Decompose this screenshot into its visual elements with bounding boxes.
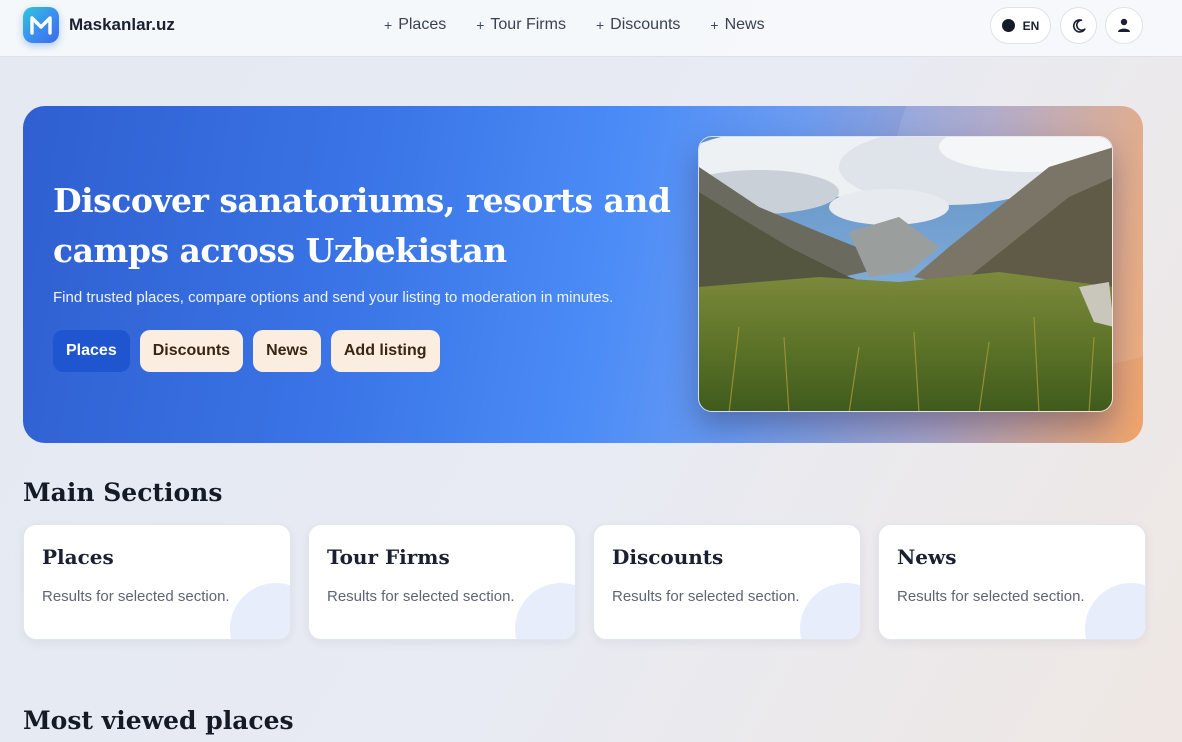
card-description: Results for selected section.: [42, 588, 230, 605]
moon-icon: [1072, 18, 1086, 33]
nav-item-discounts[interactable]: + Discounts: [596, 16, 680, 34]
plus-icon: +: [476, 17, 485, 33]
nav-item-label: Discounts: [610, 16, 681, 33]
hero-actions: Places Discounts News Add listing: [53, 330, 440, 372]
hero-banner: Discover sanatoriums, resorts and camps …: [23, 106, 1143, 443]
card-description: Results for selected section.: [897, 588, 1085, 605]
section-card-tour-firms[interactable]: Tour Firms Results for selected section.: [308, 524, 576, 640]
user-account-button[interactable]: [1105, 7, 1143, 44]
top-navigation-bar: Maskanlar.uz + Places + Tour Firms + Dis…: [0, 0, 1182, 57]
card-title: News: [897, 545, 957, 569]
nav-item-label: News: [724, 16, 765, 33]
language-label: EN: [1022, 18, 1040, 33]
most-viewed-title: Most viewed places: [23, 706, 294, 735]
add-listing-button[interactable]: Add listing: [330, 330, 440, 372]
nav-item-label: Places: [398, 16, 447, 33]
card-description: Results for selected section.: [612, 588, 800, 605]
nav-item-label: Tour Firms: [490, 16, 566, 33]
card-title: Discounts: [612, 545, 724, 569]
hero-discounts-button[interactable]: Discounts: [139, 330, 244, 372]
plus-icon: +: [595, 17, 605, 33]
language-switcher-button[interactable]: EN: [990, 7, 1051, 44]
hero-title: Discover sanatoriums, resorts and camps …: [53, 181, 671, 270]
card-decoration: [800, 583, 860, 639]
nav-item-news[interactable]: + News: [710, 16, 764, 34]
plus-icon: +: [710, 17, 719, 33]
nav-item-tour-firms[interactable]: + Tour Firms: [476, 16, 566, 34]
section-card-discounts[interactable]: Discounts Results for selected section.: [593, 524, 861, 640]
user-icon: [1118, 18, 1130, 32]
plus-icon: +: [384, 17, 393, 33]
card-decoration: [230, 583, 290, 639]
hero-news-button[interactable]: News: [253, 330, 321, 372]
main-nav: + Places + Tour Firms + Discounts + News: [384, 16, 795, 34]
main-sections-title: Main Sections: [23, 478, 223, 507]
language-dot-icon: [1001, 19, 1015, 32]
card-title: Tour Firms: [327, 545, 450, 569]
card-decoration: [1085, 583, 1145, 639]
card-title: Places: [42, 545, 114, 569]
hero-mountain-image: [698, 136, 1113, 412]
nav-item-places[interactable]: + Places: [384, 16, 446, 34]
theme-toggle-button[interactable]: [1060, 7, 1097, 44]
card-description: Results for selected section.: [327, 588, 515, 605]
card-decoration: [515, 583, 575, 639]
logo-m-icon[interactable]: [23, 7, 59, 43]
hero-places-button[interactable]: Places: [53, 330, 130, 372]
brand-name[interactable]: Maskanlar.uz: [69, 15, 175, 35]
main-sections-cards: Places Results for selected section. Tou…: [23, 524, 1146, 640]
hero-subtitle: Find trusted places, compare options and…: [53, 289, 614, 306]
section-card-places[interactable]: Places Results for selected section.: [23, 524, 291, 640]
section-card-news[interactable]: News Results for selected section.: [878, 524, 1146, 640]
